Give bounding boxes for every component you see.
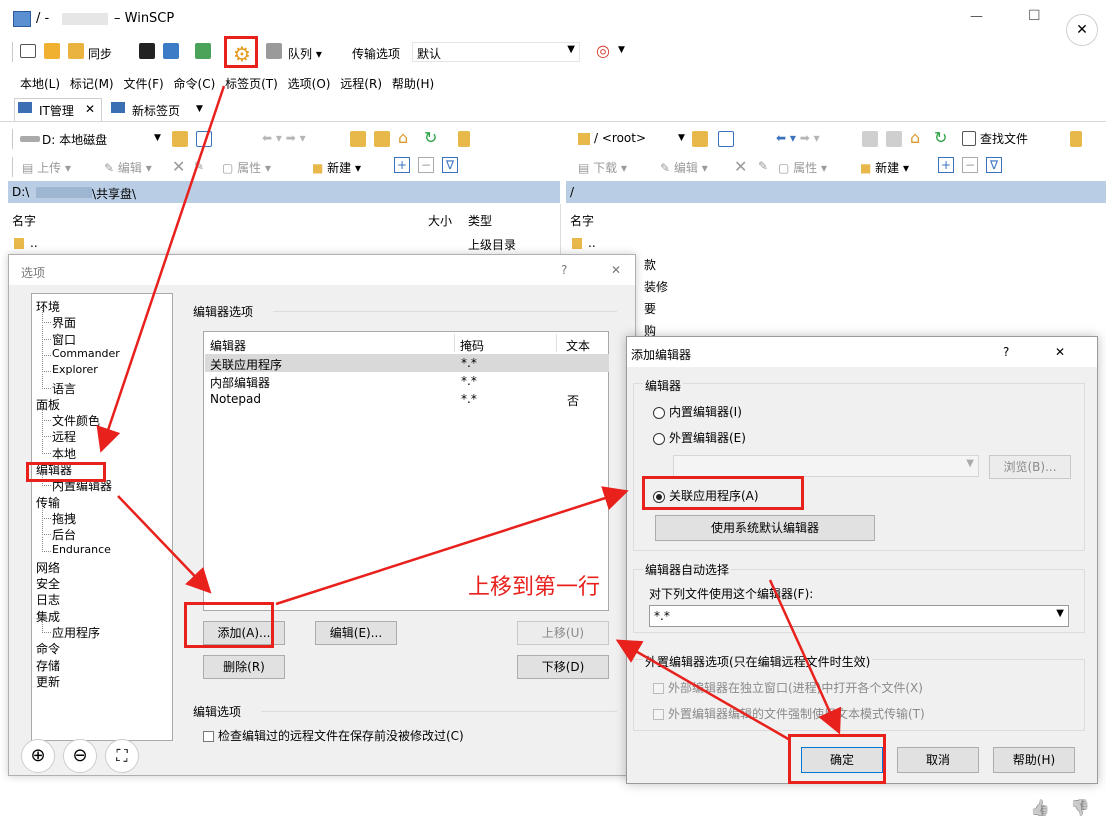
arrow-mask-to-ok [768,579,842,735]
annotation-arrows [96,85,842,742]
arrow-tree-to-add [117,495,212,594]
arrow-ok-to-up [615,639,791,742]
like-icon[interactable]: 👍 [1030,798,1050,817]
dislike-icon[interactable]: 👎 [1070,798,1090,817]
arrow-prefs-to-tree [96,85,226,453]
annotation-move-up-text: 上移到第一行 [468,575,601,600]
